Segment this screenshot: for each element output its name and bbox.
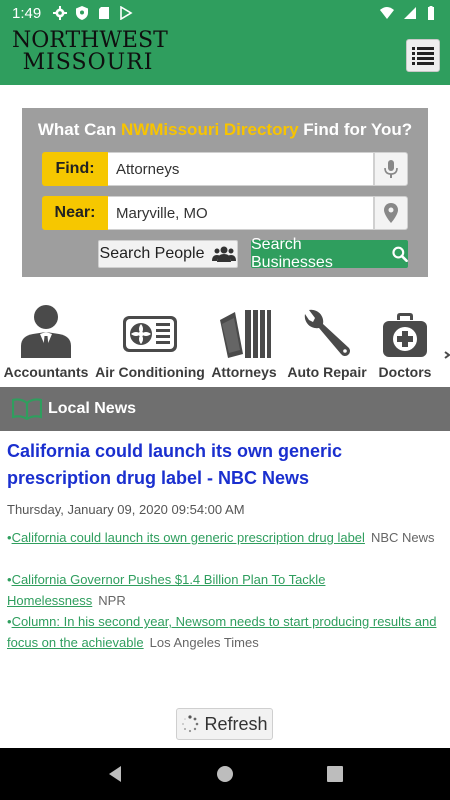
- play-store-icon: [120, 6, 133, 20]
- search-panel: What Can NWMissouri Directory Find for Y…: [22, 108, 428, 277]
- shield-icon: [76, 6, 89, 20]
- sd-card-icon: [99, 7, 110, 19]
- search-title-suffix: Find for You?: [298, 120, 413, 139]
- app-header: NORTHWEST MISSOURI: [0, 26, 450, 85]
- find-row: Find: Attorneys: [42, 152, 408, 186]
- menu-button[interactable]: [406, 39, 440, 72]
- search-icon: [392, 246, 408, 262]
- recents-icon[interactable]: [327, 766, 344, 782]
- news-article: •California could launch its own generic…: [7, 527, 445, 548]
- wifi-icon: [380, 7, 394, 19]
- accountant-icon: [21, 305, 71, 358]
- category-label: Accountants: [3, 364, 89, 380]
- category-list: Accountants Air Conditioning Attorneys A…: [0, 300, 450, 384]
- open-book-icon: [12, 398, 42, 420]
- first-aid-kit-icon: [383, 313, 427, 357]
- refresh-button[interactable]: Refresh: [176, 708, 273, 740]
- refresh-spinner-icon: [182, 715, 199, 733]
- category-label: Air Conditioning: [95, 364, 205, 380]
- battery-icon: [428, 6, 434, 20]
- search-title-prefix: What Can: [37, 120, 121, 139]
- local-news-title: Local News: [48, 400, 137, 417]
- news-headline[interactable]: California could launch its own generic …: [7, 438, 445, 492]
- category-doctors[interactable]: Doctors: [374, 300, 436, 380]
- scroll-hint: [444, 346, 450, 359]
- category-auto-repair[interactable]: Auto Repair: [286, 300, 368, 380]
- news-date: Thursday, January 09, 2020 09:54:00 AM: [7, 502, 245, 517]
- article-source: NPR: [98, 593, 126, 608]
- refresh-label: Refresh: [204, 713, 268, 734]
- category-air-conditioning[interactable]: Air Conditioning: [95, 300, 205, 380]
- article-link[interactable]: California could launch its own generic …: [12, 530, 365, 545]
- search-businesses-label: Search Businesses: [251, 236, 333, 271]
- list-menu-icon: [412, 46, 434, 65]
- home-icon[interactable]: [216, 765, 234, 783]
- article-link[interactable]: California Governor Pushes $1.4 Billion …: [7, 572, 325, 608]
- news-article: •California Governor Pushes $1.4 Billion…: [7, 569, 445, 611]
- wrench-icon: [304, 309, 350, 356]
- microphone-icon: [384, 160, 398, 178]
- near-label: Near:: [42, 196, 108, 230]
- chevron-right-icon: [444, 351, 450, 359]
- find-label: Find:: [42, 152, 108, 186]
- logo-line1: NORTHWEST: [12, 28, 168, 53]
- search-people-label: Search People: [99, 245, 205, 262]
- voice-search-button[interactable]: [374, 152, 408, 186]
- article-source: Los Angeles Times: [149, 635, 259, 650]
- law-books-icon: [220, 310, 271, 358]
- category-label: Attorneys: [211, 364, 277, 380]
- settings-icon: [53, 6, 68, 20]
- people-icon: [212, 246, 237, 262]
- near-row: Near: Maryville, MO: [42, 196, 408, 230]
- status-bar: 1:49: [0, 0, 450, 26]
- logo-line2: MISSOURI: [22, 50, 154, 75]
- find-input[interactable]: Attorneys: [108, 152, 374, 186]
- search-title-brand: NWMissouri Directory: [120, 120, 299, 139]
- cell-signal-icon: [404, 7, 416, 19]
- map-pin-icon: [384, 203, 398, 223]
- category-label: Doctors: [378, 364, 432, 380]
- search-businesses-button[interactable]: Search Businesses: [251, 236, 408, 271]
- status-time: 1:49: [12, 4, 42, 22]
- near-input[interactable]: Maryville, MO: [108, 196, 374, 230]
- back-icon[interactable]: [107, 765, 123, 783]
- news-article: •Column: In his second year, Newsom need…: [7, 611, 445, 653]
- category-attorneys[interactable]: Attorneys: [208, 300, 280, 380]
- location-button[interactable]: [374, 196, 408, 230]
- search-title: What Can NWMissouri Directory Find for Y…: [22, 120, 428, 140]
- system-nav-bar: [0, 748, 450, 800]
- logo[interactable]: NORTHWEST MISSOURI: [12, 28, 168, 75]
- category-accountants[interactable]: Accountants: [3, 300, 89, 380]
- search-people-button[interactable]: Search People: [98, 240, 238, 268]
- local-news-header: Local News: [0, 387, 450, 431]
- article-source: NBC News: [370, 530, 435, 545]
- category-label: Auto Repair: [287, 364, 367, 380]
- air-conditioner-icon: [123, 316, 177, 352]
